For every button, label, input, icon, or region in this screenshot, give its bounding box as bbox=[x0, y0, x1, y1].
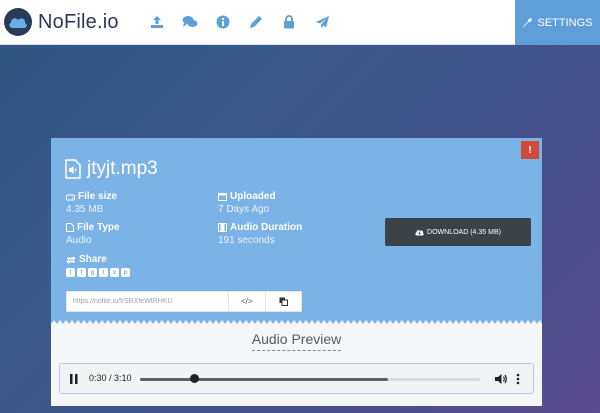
cloud-icon bbox=[4, 8, 32, 36]
code-icon: </> bbox=[240, 297, 253, 306]
twitter-icon[interactable]: t bbox=[66, 268, 75, 277]
duration-value: 191 seconds bbox=[218, 235, 275, 246]
zigzag-divider bbox=[51, 318, 542, 330]
file-icon bbox=[66, 223, 74, 232]
audio-preview-title: Audio Preview bbox=[251, 331, 342, 351]
top-navbar: NoFile.io SETTINGS bbox=[0, 0, 600, 45]
wrench-icon bbox=[523, 17, 533, 27]
audio-preview-heading: Audio Preview bbox=[51, 331, 542, 351]
share-link-box: </> bbox=[66, 291, 302, 312]
paper-plane-icon[interactable] bbox=[306, 0, 339, 45]
duration-label: Audio Duration bbox=[230, 222, 303, 233]
copy-icon bbox=[279, 297, 288, 306]
buffered-bar bbox=[140, 378, 389, 381]
file-title: jtyjt.mp3 bbox=[65, 158, 158, 180]
file-type-label: File Type bbox=[77, 222, 120, 233]
file-size-value: 4.35 MB bbox=[66, 204, 104, 215]
cloud-download-icon bbox=[415, 229, 424, 235]
pinterest-icon[interactable]: p bbox=[121, 268, 130, 277]
download-button[interactable]: DOWNLOAD (4.35 MB) bbox=[385, 218, 531, 246]
brand-name: NoFile.io bbox=[38, 10, 119, 33]
uploaded-block: Uploaded 7 Days Ago bbox=[218, 191, 276, 215]
file-type-value: Audio bbox=[66, 235, 92, 246]
audio-file-icon bbox=[65, 159, 81, 179]
tumblr-icon[interactable]: t bbox=[99, 268, 108, 277]
volume-icon[interactable] bbox=[494, 373, 508, 385]
pencil-icon[interactable] bbox=[240, 0, 273, 45]
vk-icon[interactable]: v bbox=[110, 268, 119, 277]
retweet-icon bbox=[66, 255, 76, 264]
progress-knob[interactable] bbox=[190, 374, 200, 383]
more-options-icon[interactable] bbox=[516, 373, 520, 385]
share-icons: t f g t v p bbox=[66, 268, 130, 277]
file-size-block: File size 4.35 MB bbox=[66, 191, 117, 215]
share-block: Share t f g t v p bbox=[66, 254, 130, 277]
nav-icons bbox=[141, 0, 339, 45]
duration-block: Audio Duration 191 seconds bbox=[218, 222, 302, 246]
copy-button[interactable] bbox=[266, 292, 302, 311]
calendar-icon bbox=[218, 193, 227, 201]
lock-icon[interactable] bbox=[273, 0, 306, 45]
file-info-panel: ! jtyjt.mp3 File size 4.35 MB Uploaded 7… bbox=[51, 138, 542, 324]
upload-icon[interactable] bbox=[141, 0, 174, 45]
file-name: jtyjt.mp3 bbox=[87, 158, 158, 179]
share-link-input[interactable] bbox=[67, 292, 229, 311]
hdd-icon bbox=[66, 194, 75, 200]
embed-button[interactable]: </> bbox=[229, 292, 266, 311]
film-icon bbox=[218, 223, 227, 232]
audio-player: 0:30 / 3:10 bbox=[59, 363, 534, 394]
settings-label: SETTINGS bbox=[537, 16, 593, 29]
download-label: DOWNLOAD (4.35 MB) bbox=[427, 228, 501, 236]
chat-icon[interactable] bbox=[174, 0, 207, 45]
uploaded-label: Uploaded bbox=[230, 191, 276, 202]
info-icon[interactable] bbox=[207, 0, 240, 45]
report-button[interactable]: ! bbox=[521, 141, 539, 159]
settings-button[interactable]: SETTINGS bbox=[515, 0, 600, 45]
facebook-icon[interactable]: f bbox=[77, 268, 86, 277]
pause-icon[interactable] bbox=[69, 373, 79, 385]
file-size-label: File size bbox=[78, 191, 117, 202]
logo[interactable]: NoFile.io bbox=[4, 8, 119, 36]
file-card: ! jtyjt.mp3 File size 4.35 MB Uploaded 7… bbox=[51, 138, 542, 406]
uploaded-value: 7 Days Ago bbox=[218, 204, 270, 215]
playback-time: 0:30 / 3:10 bbox=[89, 373, 132, 383]
share-label: Share bbox=[79, 254, 107, 265]
google-plus-icon[interactable]: g bbox=[88, 268, 97, 277]
file-type-block: File Type Audio bbox=[66, 222, 120, 246]
